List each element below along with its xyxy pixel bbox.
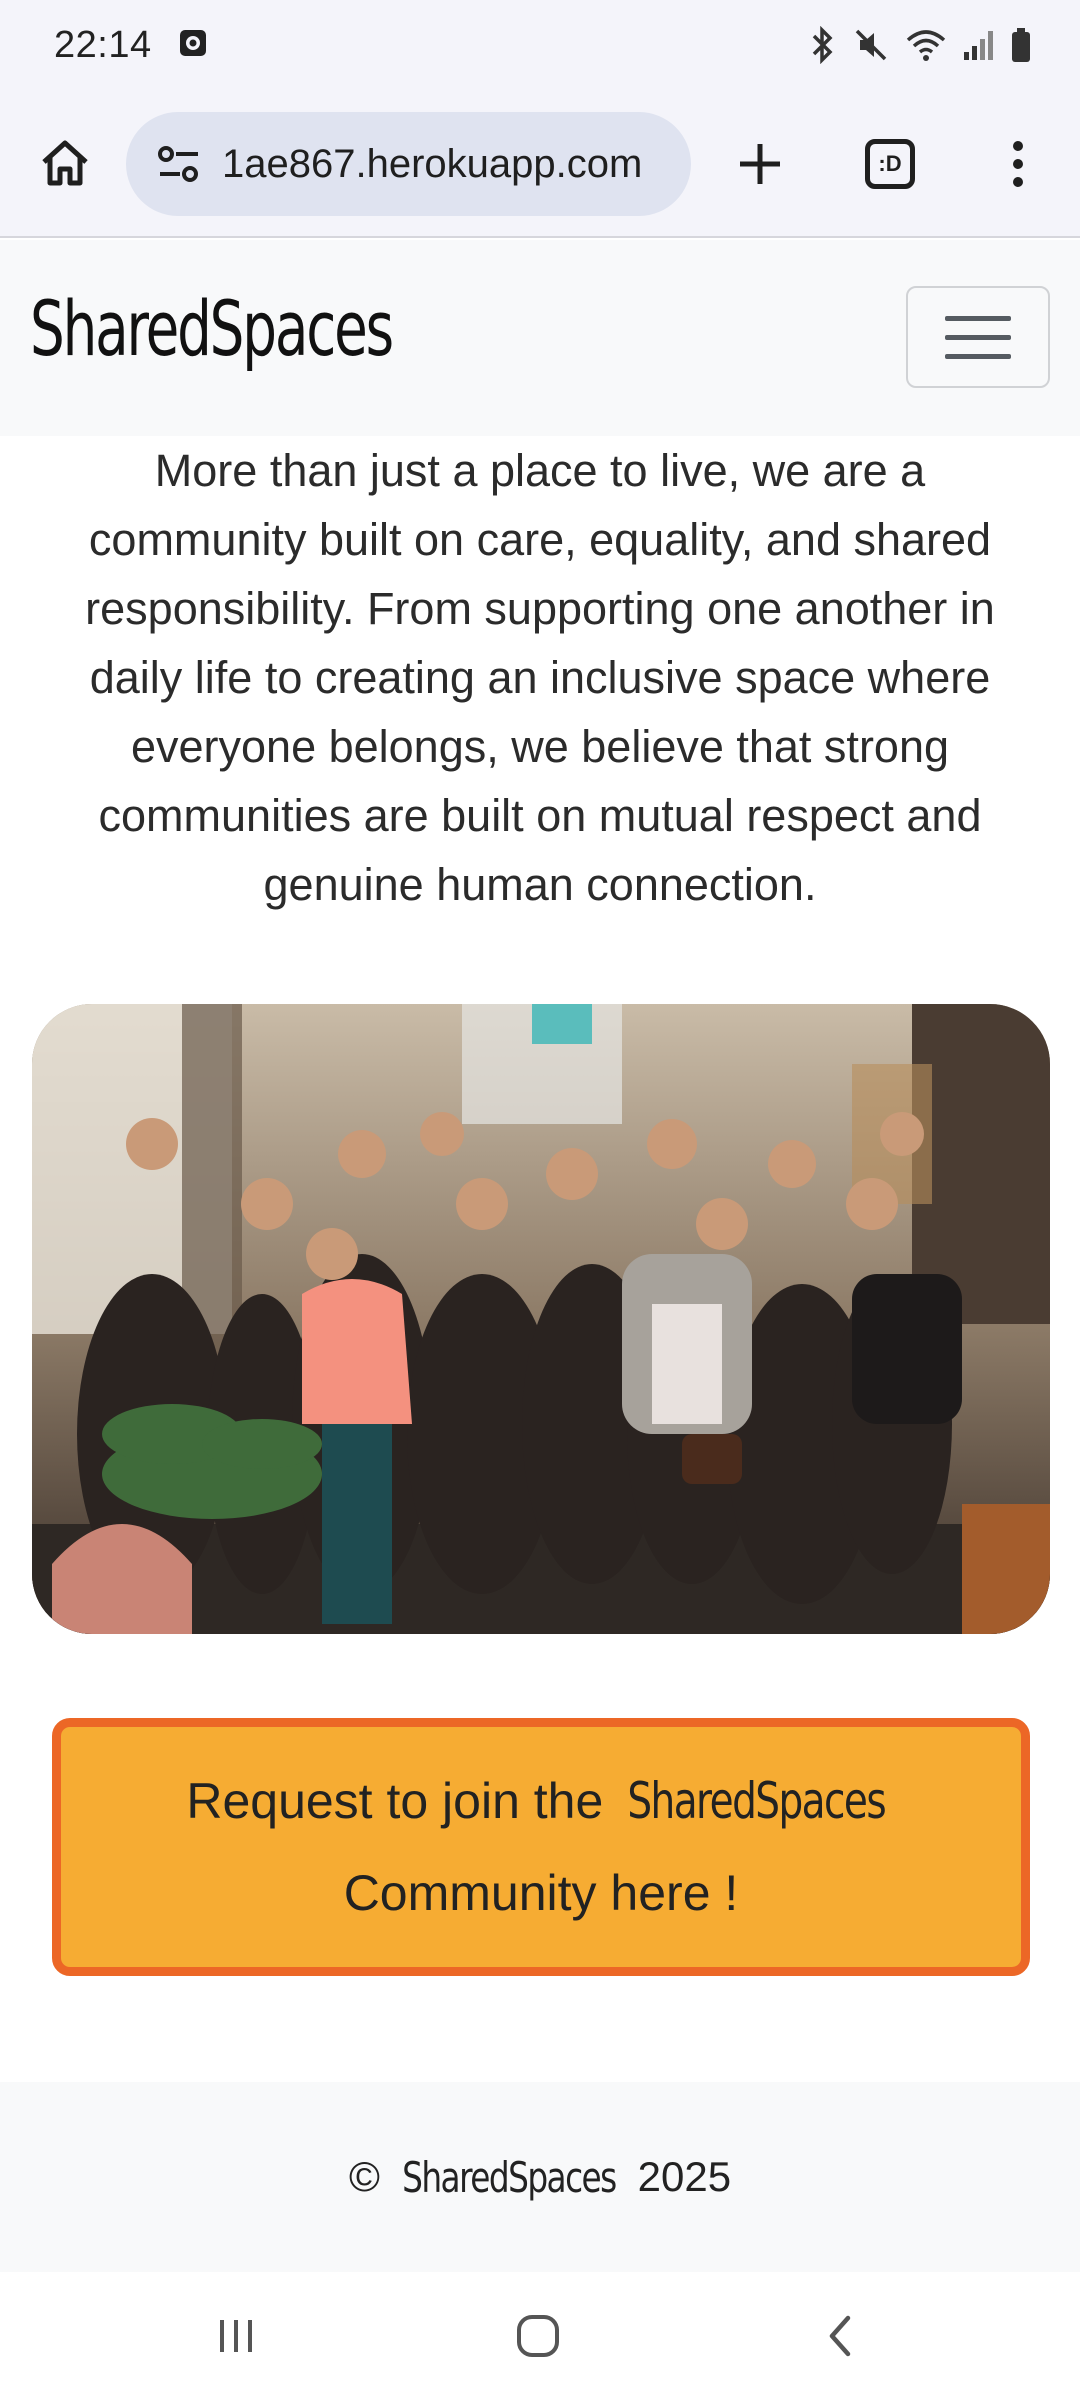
footer-brand: SharedSpaces bbox=[402, 2152, 617, 2202]
footer-year: 2025 bbox=[637, 2153, 732, 2200]
tabs-icon: :D bbox=[865, 139, 915, 189]
browser-home-button[interactable] bbox=[30, 128, 100, 198]
home-circle-icon bbox=[517, 2315, 559, 2357]
home-icon bbox=[42, 140, 88, 186]
recents-icon bbox=[220, 2320, 252, 2352]
site-settings-icon[interactable] bbox=[146, 131, 212, 197]
battery-icon bbox=[1010, 26, 1032, 64]
tab-count: :D bbox=[878, 151, 902, 176]
site-navbar: SharedSpaces bbox=[0, 240, 1080, 436]
back-icon bbox=[829, 2315, 851, 2357]
copyright-symbol: © bbox=[348, 2153, 380, 2200]
footer-copyright: © SharedSpaces 2025 bbox=[349, 2153, 731, 2202]
recents-button[interactable] bbox=[196, 2300, 276, 2372]
new-tab-icon bbox=[740, 144, 780, 184]
android-back-button[interactable] bbox=[800, 2300, 880, 2372]
gallery-notification-icon bbox=[178, 28, 208, 63]
join-community-button[interactable]: Request to join the SharedSpaces Communi… bbox=[52, 1718, 1030, 1976]
android-home-button[interactable] bbox=[498, 2300, 578, 2372]
signal-icon bbox=[962, 26, 996, 64]
status-time: 22:14 bbox=[54, 23, 152, 66]
intro-paragraph: More than just a place to live, we are a… bbox=[85, 445, 995, 910]
hamburger-icon-bar bbox=[945, 353, 1011, 359]
hamburger-icon-bar bbox=[945, 315, 1011, 321]
brand-logo-link[interactable]: SharedSpaces bbox=[30, 284, 394, 373]
bluetooth-icon bbox=[808, 26, 838, 64]
navbar-toggle-button[interactable] bbox=[906, 286, 1050, 388]
join-suffix: Community here ! bbox=[343, 1865, 739, 1921]
tab-switcher-button[interactable]: :D bbox=[854, 128, 926, 200]
join-brand: SharedSpaces bbox=[627, 1772, 887, 1830]
status-right bbox=[808, 26, 1032, 64]
hamburger-icon-bar bbox=[945, 334, 1011, 340]
browser-toolbar: 1ae867.herokuapp.com :D bbox=[0, 90, 1080, 238]
wifi-icon bbox=[904, 26, 948, 64]
status-bar: 22:14 bbox=[0, 0, 1080, 90]
more-vert-icon bbox=[1013, 141, 1023, 187]
status-left: 22:14 bbox=[54, 24, 208, 67]
browser-menu-button[interactable] bbox=[982, 128, 1054, 200]
url-text: 1ae867.herokuapp.com bbox=[222, 141, 643, 186]
address-bar[interactable]: 1ae867.herokuapp.com bbox=[126, 112, 691, 216]
mute-icon bbox=[852, 26, 890, 64]
join-button-label: Request to join the SharedSpaces Communi… bbox=[111, 1755, 971, 1939]
site-footer: © SharedSpaces 2025 bbox=[0, 2082, 1080, 2272]
community-photo bbox=[32, 1004, 1050, 1634]
new-tab-button[interactable] bbox=[724, 128, 796, 200]
join-prefix: Request to join the bbox=[186, 1773, 604, 1829]
android-navigation-bar bbox=[0, 2272, 1080, 2400]
